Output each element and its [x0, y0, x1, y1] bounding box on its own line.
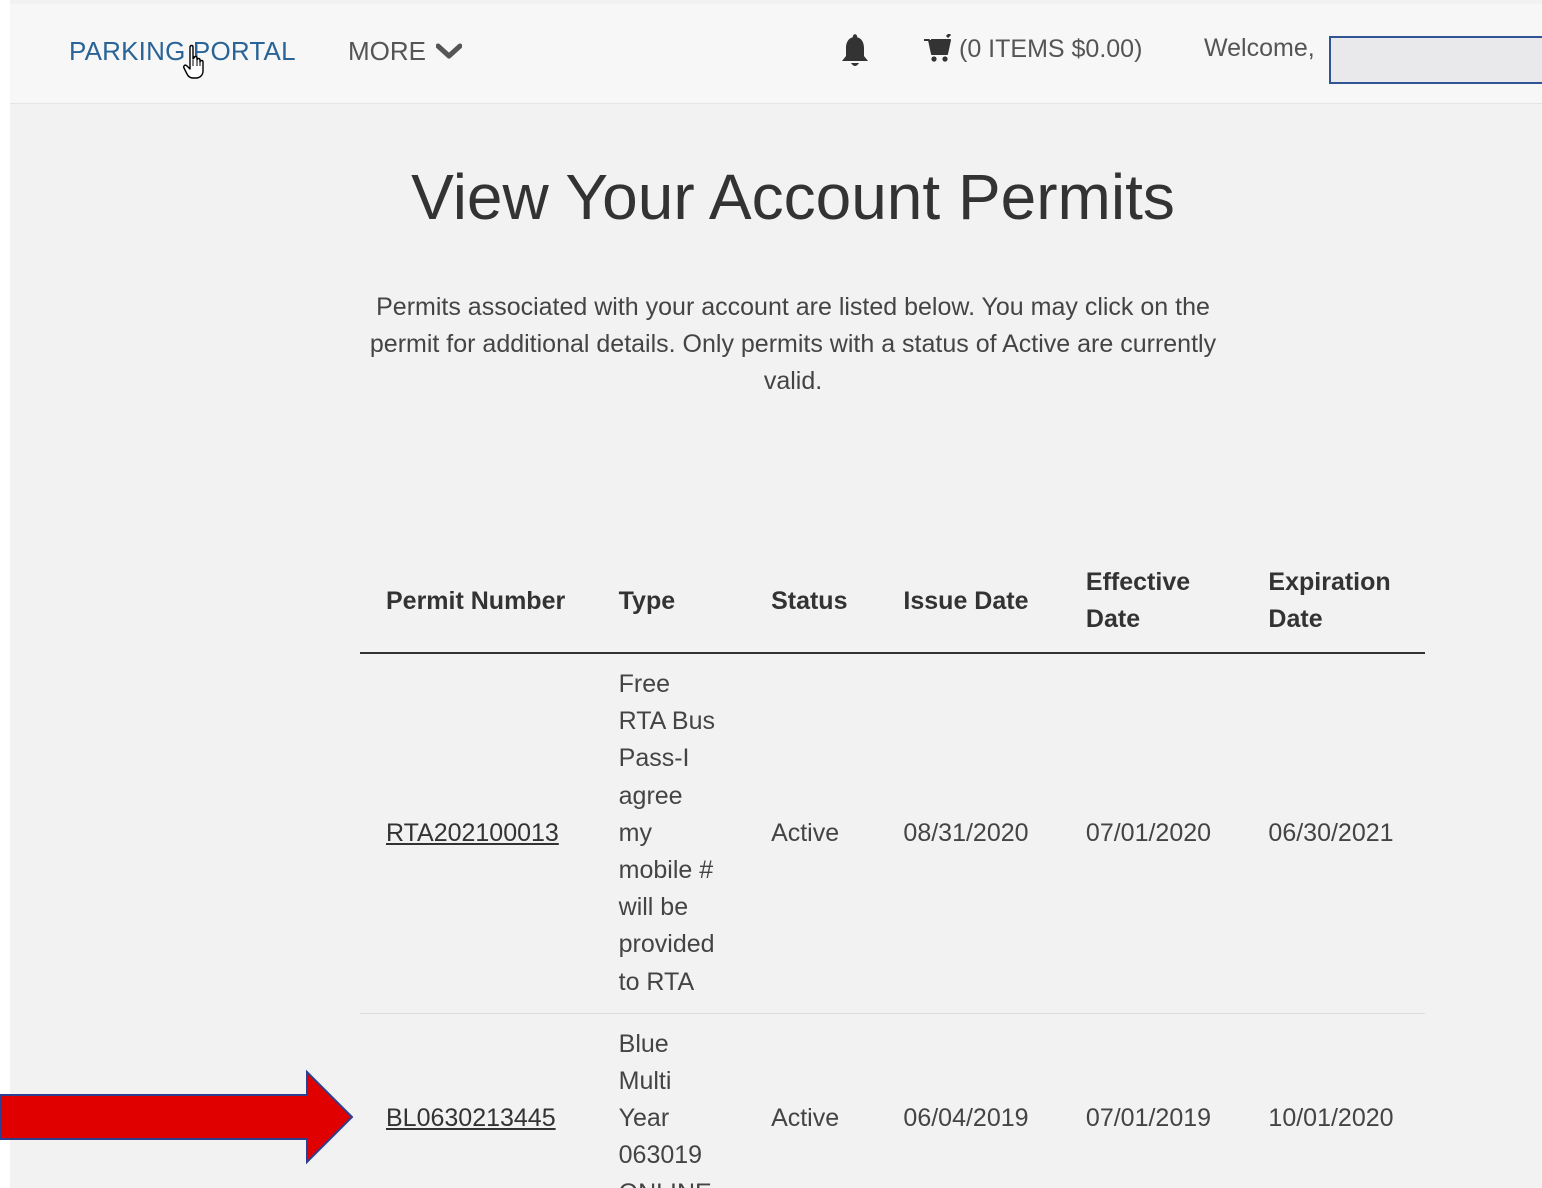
permit-effective-date: 07/01/2020 [1059, 653, 1243, 1014]
permit-status: Active [745, 653, 878, 1014]
header-effective-date: Effective Date [1059, 550, 1243, 654]
header-issue-date: Issue Date [877, 550, 1060, 654]
permit-expiration-date: 10/01/2020 [1242, 1013, 1425, 1188]
table-row[interactable]: RTA202100013 Free RTA Bus Pass-I agree m… [360, 653, 1425, 1014]
permit-expiration-date: 06/30/2021 [1242, 653, 1425, 1014]
permit-number-cell: BL0630213445 [360, 1013, 593, 1188]
permit-number-cell: RTA202100013 [360, 653, 593, 1014]
table-row[interactable]: BL0630213445 Blue Multi Year 063019 ONLI… [360, 1013, 1425, 1188]
permit-number-link[interactable]: RTA202100013 [386, 819, 559, 847]
header-status: Status [745, 550, 878, 654]
permit-status: Active [745, 1013, 878, 1188]
username-redacted-box[interactable] [1329, 36, 1542, 84]
header-permit-number: Permit Number [360, 550, 593, 654]
permit-issue-date: 08/31/2020 [877, 653, 1060, 1014]
permit-type: Blue Multi Year 063019 ONLINE [592, 1013, 746, 1188]
bell-icon[interactable] [839, 34, 871, 70]
page-intro: Permits associated with your account are… [369, 293, 1217, 395]
page-title: View Your Account Permits [411, 161, 1175, 233]
header-type: Type [592, 550, 746, 654]
permit-effective-date: 07/01/2019 [1059, 1013, 1243, 1188]
header-expiration-date: Expiration Date [1242, 550, 1425, 654]
page: PARKING PORTAL MORE (0 ITEMS $0.00) Welc… [10, 0, 1542, 1188]
cart-summary[interactable]: (0 ITEMS $0.00) [923, 34, 1142, 64]
welcome-label: Welcome, [1204, 34, 1315, 62]
cart-label: (0 ITEMS $0.00) [959, 34, 1143, 63]
permit-issue-date: 06/04/2019 [877, 1013, 1060, 1188]
parking-portal-link[interactable]: PARKING PORTAL [69, 36, 296, 67]
more-menu[interactable]: MORE [348, 36, 462, 67]
table-header-row: Permit Number Type Status Issue Date Eff… [360, 550, 1425, 654]
permit-type: Free RTA Bus Pass-I agree my mobile # wi… [592, 653, 746, 1014]
shopping-cart-icon [924, 34, 952, 62]
more-label: MORE [348, 36, 426, 66]
permit-number-link[interactable]: BL0630213445 [386, 1104, 556, 1132]
permits-table: Permit Number Type Status Issue Date Eff… [360, 550, 1425, 1188]
chevron-down-icon [436, 43, 462, 58]
top-navbar: PARKING PORTAL MORE (0 ITEMS $0.00) Welc… [10, 4, 1542, 104]
